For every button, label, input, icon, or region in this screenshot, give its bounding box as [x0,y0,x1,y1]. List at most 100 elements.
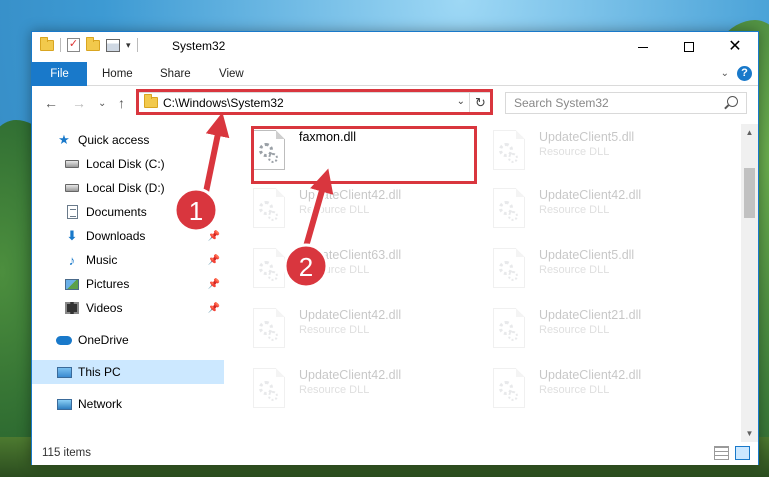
ribbon-right-controls: ⌄ ? [721,66,752,81]
file-name: UpdateClient5.dll [539,248,635,262]
tab-home[interactable]: Home [102,62,133,86]
file-name: UpdateClient5.dll [539,130,635,144]
minimize-button[interactable] [620,32,666,62]
search-placeholder: Search System32 [514,96,609,110]
nav-item-documents[interactable]: Documents [32,200,224,224]
file-name: UpdateClient42.dll [299,368,402,382]
file-name: UpdateClient42.dll [299,308,402,322]
pin-icon[interactable]: 📌 [208,303,220,314]
back-arrow-icon[interactable]: ← [44,95,58,111]
pin-icon[interactable]: 📌 [208,231,220,242]
network-icon [56,396,72,412]
dll-file-icon [253,188,285,228]
title-bar: ✓ ▾ System32 ✕ [32,32,758,62]
scroll-down-icon[interactable]: ▼ [741,425,758,442]
nav-item-label: Local Disk (C:) [86,157,165,171]
search-input[interactable]: Search System32 [505,92,747,114]
scroll-up-icon[interactable]: ▲ [741,124,758,141]
up-arrow-icon[interactable]: ↑ [118,95,125,111]
nav-item-this-pc[interactable]: This PC [32,360,224,384]
download-icon: ⬇ [66,228,78,243]
nav-item-label: Videos [86,301,123,315]
separator [136,38,138,52]
file-item[interactable]: UpdateClient21.dll Resource DLL [473,302,703,354]
tab-view[interactable]: View [219,62,244,86]
file-name: UpdateClient21.dll [539,308,642,322]
file-type: Resource DLL [299,324,370,336]
status-bar: 115 items [32,442,758,465]
music-icon: ♪ [68,252,76,268]
nav-item-local-disk-c[interactable]: Local Disk (C:) [32,152,224,176]
pin-icon[interactable]: 📌 [208,279,220,290]
file-item[interactable]: UpdateClient42.dll Resource DLL [233,182,463,234]
file-type: Resource DLL [539,384,610,396]
folder-icon [40,36,54,51]
nav-item-local-disk-d[interactable]: Local Disk (D:) [32,176,224,200]
file-explorer-window: ✓ ▾ System32 ✕ File Home Share View ⌄ ? … [31,31,759,465]
expand-ribbon-chevron-icon[interactable]: ⌄ [721,68,729,79]
drive-icon [64,156,80,172]
close-button[interactable]: ✕ [712,32,758,62]
nav-item-label: Music [86,253,118,267]
file-type: Resource DLL [299,384,370,396]
nav-item-quick-access[interactable]: ★ Quick access [32,128,224,152]
window-controls: ✕ [620,32,758,62]
file-type: Resource DLL [299,264,370,276]
navigation-pane: ★ Quick access Local Disk (C:) Local Dis… [32,124,224,436]
tab-share[interactable]: Share [160,62,191,86]
ribbon-tabs: File Home Share View ⌄ ? [32,62,758,86]
file-item[interactable]: UpdateClient5.dll Resource DLL [473,242,703,294]
properties-check-icon[interactable]: ✓ [67,38,80,52]
nav-item-network[interactable]: Network [32,392,224,416]
file-item[interactable]: UpdateClient5.dll Resource DLL [473,124,703,176]
file-item[interactable]: UpdateClient63.dll Resource DLL [233,242,463,294]
file-item[interactable]: UpdateClient42.dll Resource DLL [473,182,703,234]
file-name: UpdateClient63.dll [299,248,402,262]
scroll-thumb[interactable] [744,168,755,218]
tiles-view-icon[interactable] [735,446,750,460]
file-item[interactable]: UpdateClient42.dll Resource DLL [473,362,703,414]
tab-file[interactable]: File [32,62,87,86]
maximize-button[interactable] [666,32,712,62]
nav-item-downloads[interactable]: ⬇ Downloads 📌 [32,224,224,248]
dll-file-icon [253,368,285,408]
file-name: UpdateClient42.dll [539,368,642,382]
nav-item-videos[interactable]: Videos 📌 [32,296,224,320]
pin-icon[interactable]: 📌 [208,255,220,266]
file-item[interactable]: UpdateClient42.dll Resource DLL [233,302,463,354]
dll-file-icon [493,188,525,228]
quick-access-toolbar: ✓ ▾ [40,36,138,52]
nav-item-label: Network [78,397,123,411]
details-view-icon[interactable] [714,446,729,460]
search-icon[interactable] [727,96,738,107]
new-folder-icon[interactable] [86,36,100,51]
nav-item-onedrive[interactable]: OneDrive [32,328,224,352]
drive-icon [64,180,80,196]
forward-arrow-icon[interactable]: → [72,95,86,111]
vertical-scrollbar[interactable]: ▲ ▼ [741,124,758,442]
properties-icon[interactable] [106,38,120,52]
file-highlight-box [251,126,477,184]
computer-icon [56,364,72,380]
help-icon[interactable]: ? [737,66,752,81]
window-title: System32 [172,39,226,53]
nav-item-pictures[interactable]: Pictures 📌 [32,272,224,296]
file-type: Resource DLL [539,146,610,158]
videos-icon [64,300,80,316]
file-name: UpdateClient42.dll [299,188,402,202]
view-buttons [714,446,750,460]
file-name: UpdateClient42.dll [539,188,642,202]
file-item[interactable]: UpdateClient42.dll Resource DLL [233,362,463,414]
dll-file-icon [493,248,525,288]
nav-item-label: Local Disk (D:) [86,181,165,195]
maximize-icon [684,42,694,52]
close-icon: ✕ [728,38,742,55]
nav-item-label: This PC [78,365,121,379]
dll-file-icon [253,248,285,288]
customize-dropdown-icon[interactable]: ▾ [126,40,131,51]
nav-item-music[interactable]: ♪ Music 📌 [32,248,224,272]
dll-file-icon [493,130,525,170]
pictures-icon [64,276,80,292]
recent-dropdown-icon[interactable]: ⌄ [98,98,106,109]
file-type: Resource DLL [539,324,610,336]
